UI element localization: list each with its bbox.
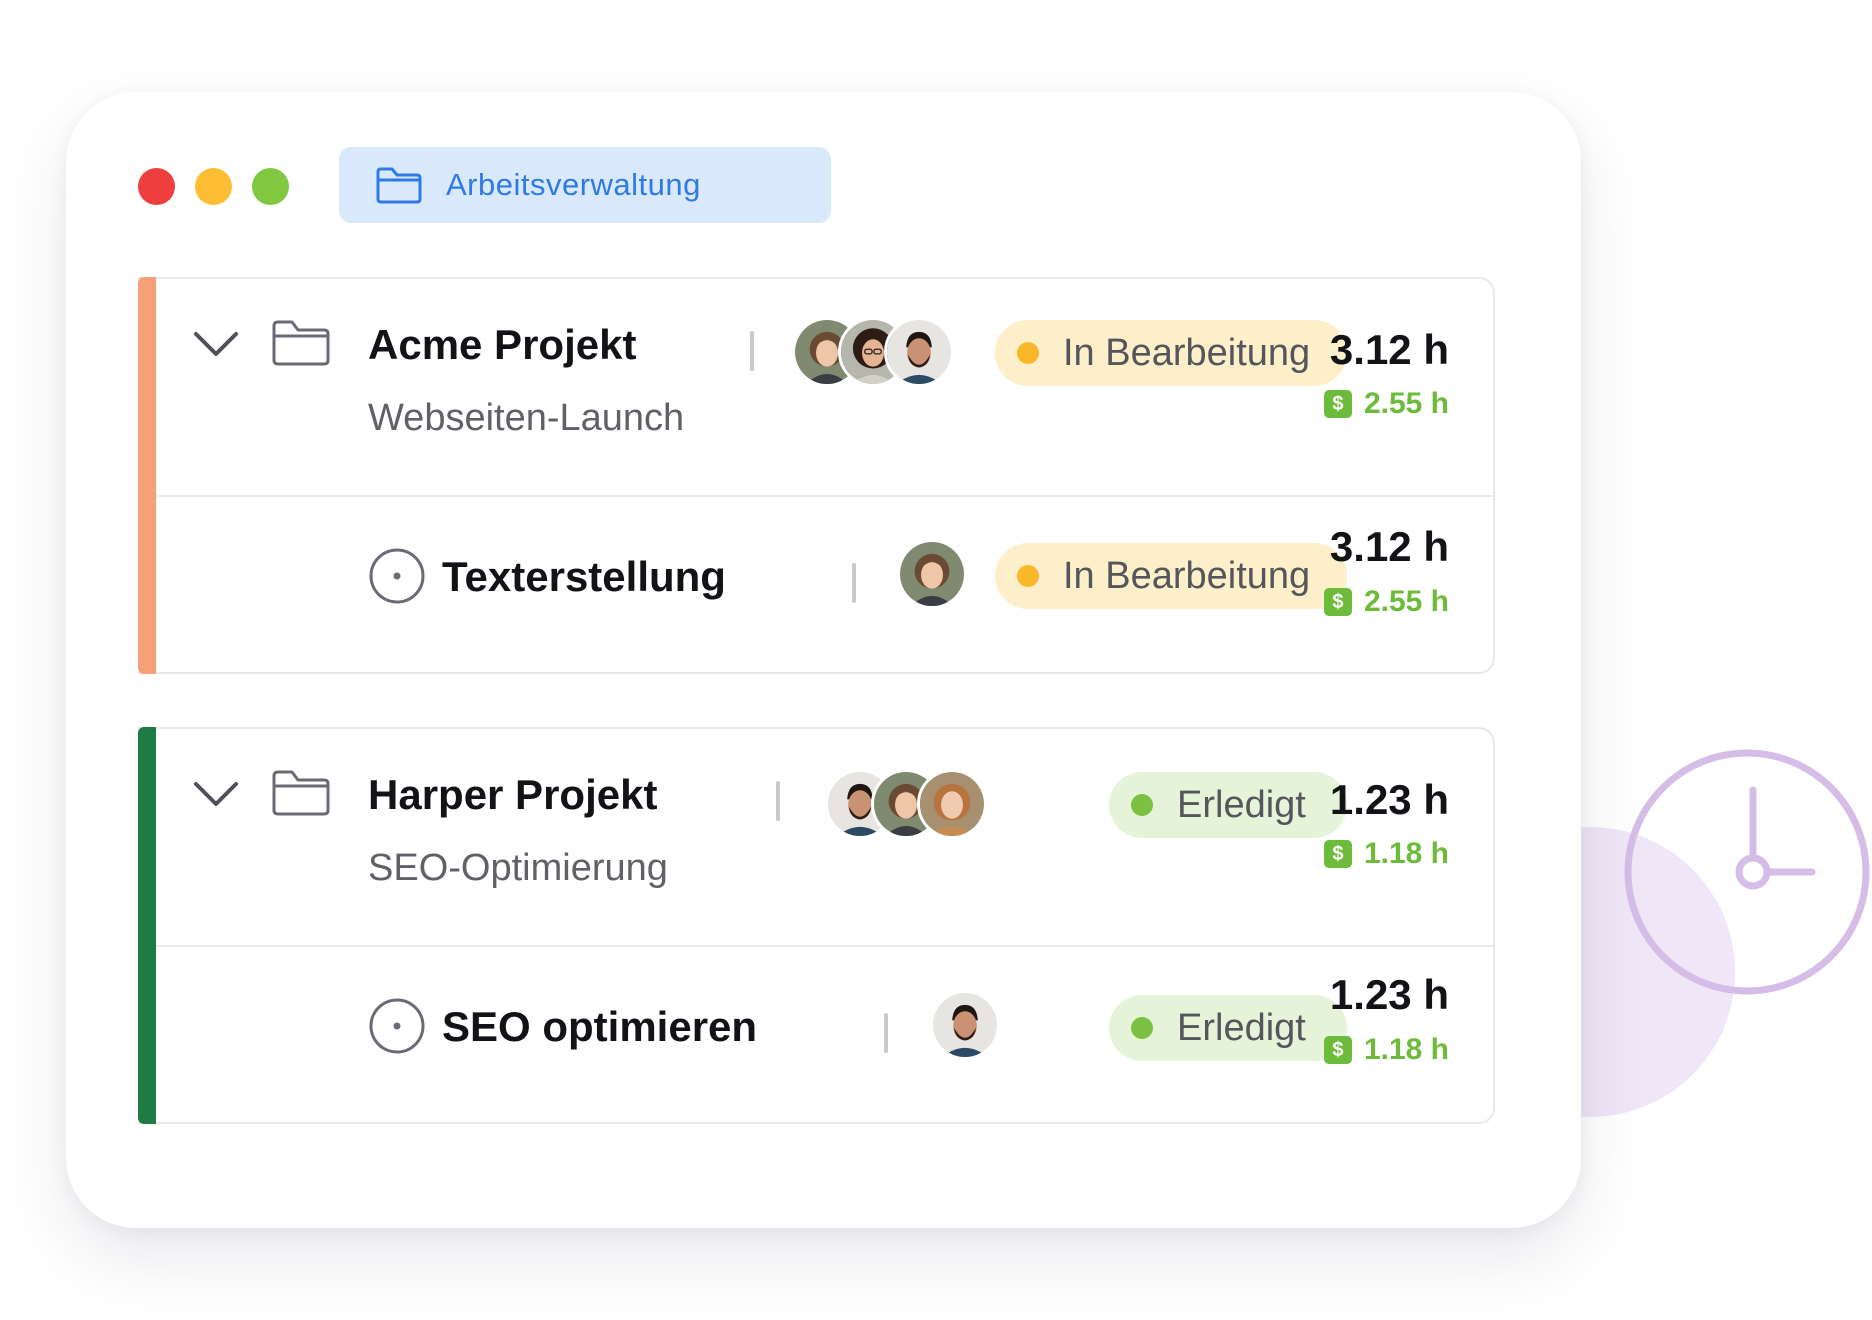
status-label: Erledigt xyxy=(1177,1006,1306,1049)
status-label: In Bearbeitung xyxy=(1063,554,1311,597)
tracked-time: 1.23 h xyxy=(1329,776,1449,823)
divider xyxy=(852,563,856,603)
tracked-time: 3.12 h xyxy=(1329,326,1449,373)
task-title[interactable]: Texterstellung xyxy=(442,553,726,601)
window-maximize-button[interactable] xyxy=(252,168,289,205)
assignee-avatars[interactable] xyxy=(792,317,954,387)
avatar xyxy=(930,990,1000,1060)
project-folder-icon xyxy=(272,320,330,366)
project-subtitle: SEO-Optimierung xyxy=(368,847,668,889)
billable-time-value: 1.18 h xyxy=(1363,837,1449,870)
billable-time: $ 2.55 h xyxy=(1323,387,1449,421)
assignee-avatars[interactable] xyxy=(897,539,967,609)
chevron-down-icon[interactable] xyxy=(192,779,240,809)
task-row-texterstellung[interactable]: Texterstellung In Bearbeitung 3.12 h $ 2… xyxy=(156,497,1493,674)
status-dot xyxy=(1017,342,1039,364)
window-minimize-button[interactable] xyxy=(195,168,232,205)
task-status-icon[interactable] xyxy=(368,547,426,605)
project-group-harper: Harper Projekt SEO-Optimierung Erledigt … xyxy=(138,727,1495,1124)
project-color-bar xyxy=(138,277,156,674)
status-badge[interactable]: Erledigt xyxy=(1109,995,1347,1061)
app-window: Arbeitsverwaltung Acme Projekt Webseiten… xyxy=(66,92,1581,1228)
task-status-icon[interactable] xyxy=(368,997,426,1055)
workspace-tab[interactable]: Arbeitsverwaltung xyxy=(339,147,831,223)
billable-time-value: 2.55 h xyxy=(1363,585,1449,618)
stage: Arbeitsverwaltung Acme Projekt Webseiten… xyxy=(0,0,1872,1320)
tracked-time: 1.23 h xyxy=(1329,971,1449,1018)
avatar xyxy=(884,317,954,387)
status-badge[interactable]: In Bearbeitung xyxy=(995,320,1347,386)
chevron-down-icon[interactable] xyxy=(192,329,240,359)
project-color-bar xyxy=(138,727,156,1124)
dollar-icon: $ xyxy=(1323,840,1352,868)
task-title[interactable]: SEO optimieren xyxy=(442,1003,757,1051)
project-subtitle: Webseiten-Launch xyxy=(368,397,685,439)
assignee-avatars[interactable] xyxy=(825,769,987,839)
avatar xyxy=(897,539,967,609)
window-close-button[interactable] xyxy=(138,168,175,205)
status-label: In Bearbeitung xyxy=(1063,331,1311,374)
billable-time: $ 1.18 h xyxy=(1323,837,1449,871)
divider xyxy=(884,1013,888,1053)
avatar xyxy=(917,769,987,839)
task-row-seo-optimieren[interactable]: SEO optimieren Erledigt 1.23 h $ 1.18 h xyxy=(156,947,1493,1124)
billable-time-value: 1.18 h xyxy=(1363,1033,1449,1066)
project-group-acme: Acme Projekt Webseiten-Launch In Bearbei… xyxy=(138,277,1495,674)
dollar-icon: $ xyxy=(1323,588,1352,616)
divider xyxy=(776,781,780,821)
status-label: Erledigt xyxy=(1177,783,1306,826)
dollar-icon: $ xyxy=(1323,1036,1352,1064)
project-title[interactable]: Acme Projekt xyxy=(368,321,636,369)
project-row-acme[interactable]: Acme Projekt Webseiten-Launch In Bearbei… xyxy=(156,279,1493,497)
status-dot xyxy=(1131,794,1153,816)
project-title[interactable]: Harper Projekt xyxy=(368,771,657,819)
status-badge[interactable]: In Bearbeitung xyxy=(995,543,1347,609)
dollar-icon: $ xyxy=(1323,390,1352,418)
folder-icon xyxy=(376,167,422,204)
billable-time: $ 1.18 h xyxy=(1323,1033,1449,1067)
billable-time: $ 2.55 h xyxy=(1323,585,1449,619)
clock-icon xyxy=(1624,749,1870,995)
assignee-avatars[interactable] xyxy=(930,990,1000,1060)
project-folder-icon xyxy=(272,770,330,816)
tracked-time: 3.12 h xyxy=(1329,523,1449,570)
status-dot xyxy=(1017,565,1039,587)
divider xyxy=(750,331,754,371)
billable-time-value: 2.55 h xyxy=(1363,387,1449,420)
status-badge[interactable]: Erledigt xyxy=(1109,772,1347,838)
status-dot xyxy=(1131,1017,1153,1039)
project-row-harper[interactable]: Harper Projekt SEO-Optimierung Erledigt … xyxy=(156,729,1493,947)
workspace-tab-label: Arbeitsverwaltung xyxy=(446,167,701,202)
